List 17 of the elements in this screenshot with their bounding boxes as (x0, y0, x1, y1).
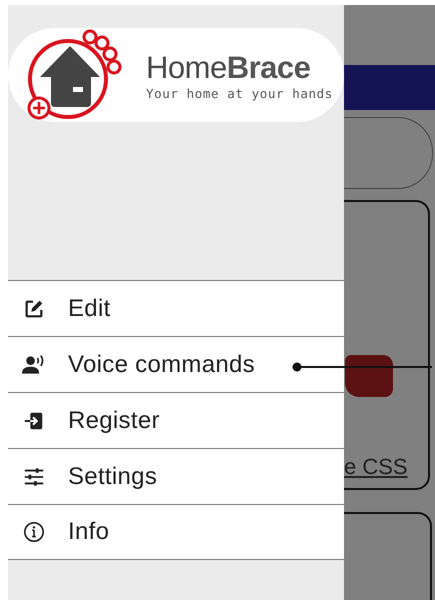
voice-icon (22, 354, 46, 374)
menu-label: Edit (68, 294, 111, 322)
paint-blob (345, 355, 393, 397)
menu-item[interactable]: Settings (8, 448, 344, 504)
menu-label: Register (68, 406, 160, 434)
brand-tagline: Your home at your hands (146, 86, 333, 100)
brand-name: HomeBrace (146, 50, 310, 86)
menu-item[interactable]: Edit (8, 280, 344, 336)
menu-label: Voice commands (68, 350, 255, 378)
menu-label: Info (68, 518, 110, 546)
menu-item[interactable]: Info (8, 504, 344, 560)
css-link[interactable]: e CSS (344, 454, 408, 480)
menu-label: Settings (68, 462, 158, 490)
menu-item[interactable]: Voice commands (8, 336, 344, 392)
sliders-icon (22, 466, 46, 488)
info-icon (22, 521, 46, 543)
menu-item[interactable]: Register (8, 392, 344, 448)
